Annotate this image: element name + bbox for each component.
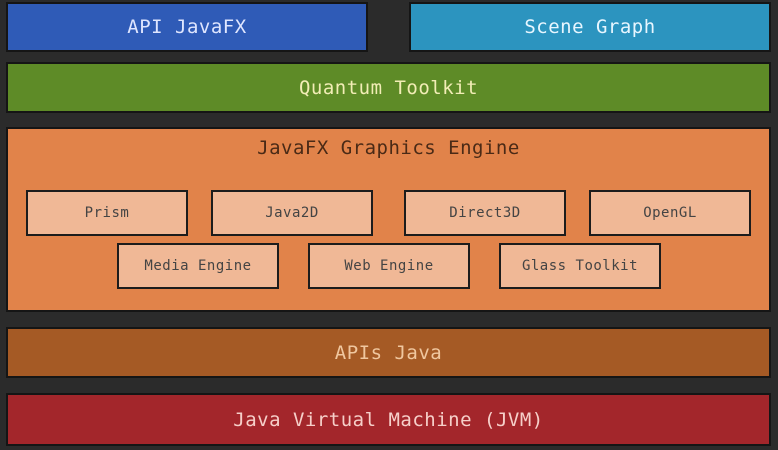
graphics-engine-layer: JavaFX Graphics Engine Prism Java2D Dire… xyxy=(6,127,771,312)
prism-component: Prism xyxy=(26,190,188,236)
media-engine-component: Media Engine xyxy=(117,243,279,289)
direct3d-component: Direct3D xyxy=(404,190,566,236)
opengl-component: OpenGL xyxy=(589,190,751,236)
scene-graph-layer: Scene Graph xyxy=(409,2,771,52)
api-javafx-layer: API JavaFX xyxy=(6,2,368,52)
graphics-engine-title: JavaFX Graphics Engine xyxy=(257,137,520,159)
java2d-component: Java2D xyxy=(211,190,373,236)
apis-java-layer: APIs Java xyxy=(6,327,771,378)
web-engine-component: Web Engine xyxy=(308,243,470,289)
jvm-layer: Java Virtual Machine (JVM) xyxy=(6,393,771,446)
quantum-toolkit-layer: Quantum Toolkit xyxy=(6,62,771,113)
glass-toolkit-component: Glass Toolkit xyxy=(499,243,661,289)
